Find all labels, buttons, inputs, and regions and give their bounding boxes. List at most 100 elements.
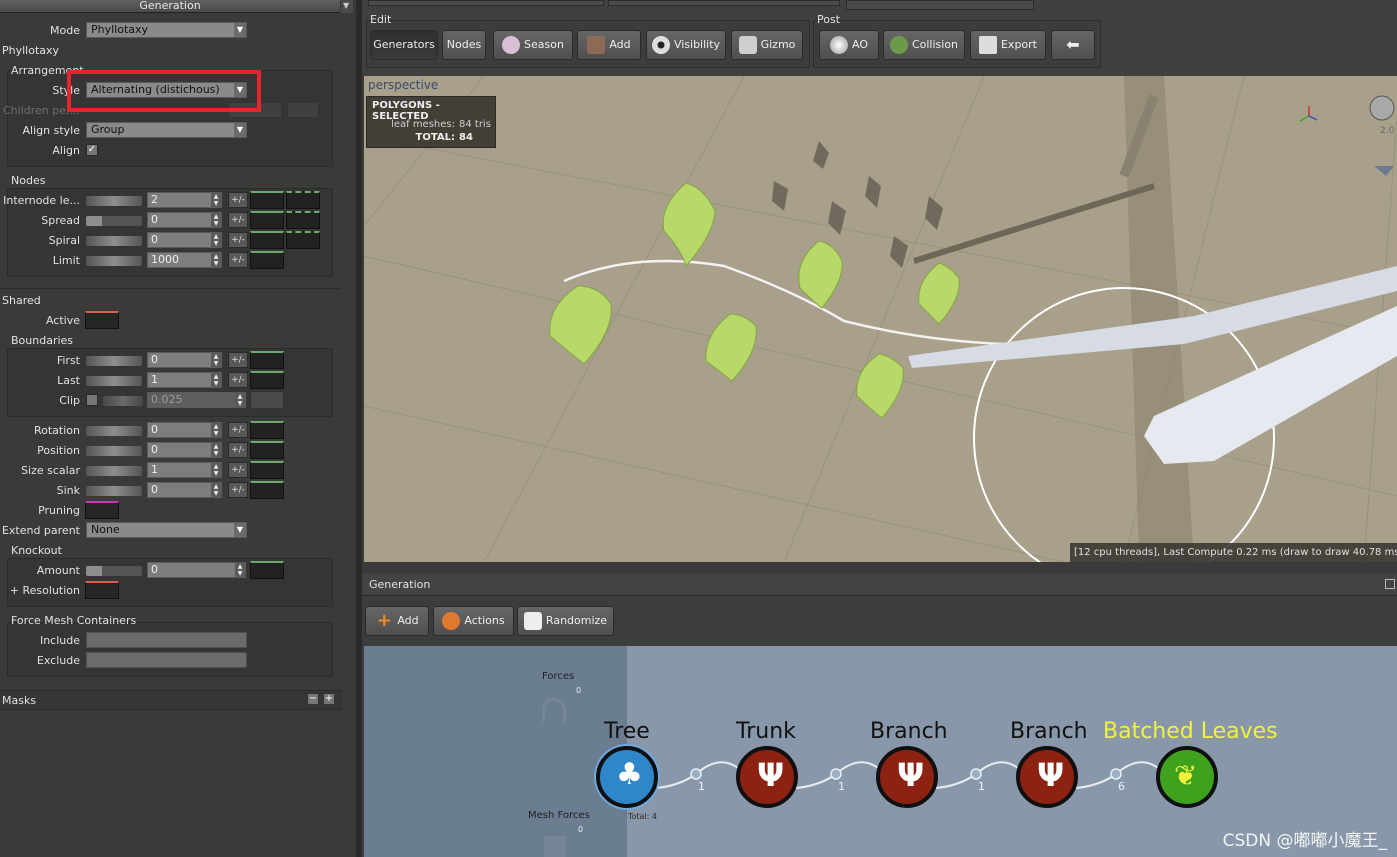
masks-label: Masks <box>2 694 37 707</box>
masks-header <box>0 690 342 710</box>
pruning-curve[interactable] <box>85 501 119 519</box>
last-curve[interactable] <box>250 371 284 389</box>
season-button[interactable]: Season <box>493 30 573 60</box>
first-slider[interactable] <box>86 356 142 366</box>
resolution-label[interactable]: + Resolution <box>0 584 80 597</box>
branch-node[interactable]: Ψ <box>876 746 938 808</box>
panel-menu-arrow-icon[interactable]: ▼ <box>341 0 353 13</box>
add-button[interactable]: Add <box>577 30 641 60</box>
gen-add-button[interactable]: + Add <box>365 606 429 636</box>
sink-input[interactable]: 0 ▲ ▼ <box>147 482 222 498</box>
chevron-down-icon: ▼ <box>234 23 246 37</box>
toolbar-top-group-1 <box>368 0 604 6</box>
internode-slider[interactable] <box>86 196 142 206</box>
randomize-button[interactable]: Randomize <box>517 606 614 636</box>
visibility-button[interactable]: Visibility <box>646 30 726 60</box>
internode-curve-alt[interactable] <box>286 191 320 209</box>
generators-button[interactable]: Generators <box>370 30 438 60</box>
spread-slider[interactable] <box>86 216 142 226</box>
limit-curve[interactable] <box>250 251 284 269</box>
spiral-input[interactable]: 0 ▲ ▼ <box>147 232 222 248</box>
batched-leaves-node[interactable]: ❦ <box>1156 746 1218 808</box>
spiral-slider[interactable] <box>86 236 142 246</box>
tree-node[interactable]: ♣ <box>596 746 658 808</box>
exclude-field[interactable] <box>86 652 247 668</box>
rotation-input[interactable]: 0 ▲ ▼ <box>147 422 222 438</box>
branch-node-label: Branch <box>870 719 948 744</box>
active-toggle[interactable] <box>85 311 119 329</box>
clip-curve[interactable] <box>250 391 284 409</box>
spread-input[interactable]: 0 ▲ ▼ <box>147 212 222 228</box>
generator-graph[interactable]: Forces 0 Mesh Forces 0 Tree ♣ 1 Total: 4… <box>364 646 1397 857</box>
limit-plus-minus-button[interactable]: +/- <box>228 252 248 268</box>
position-plus-minus-button[interactable]: +/- <box>228 442 248 458</box>
first-label: First <box>56 354 80 367</box>
rotation-curve[interactable] <box>250 421 284 439</box>
rotation-label: Rotation <box>33 424 80 437</box>
extend-parent-select[interactable]: None ▼ <box>86 522 247 538</box>
amount-curve[interactable] <box>250 561 284 579</box>
first-plus-minus-button[interactable]: +/- <box>228 352 248 368</box>
ao-button[interactable]: AO <box>819 30 879 60</box>
clip-slider[interactable] <box>103 396 143 406</box>
align-checkbox[interactable]: ✓ <box>86 144 98 156</box>
spread-curve-alt[interactable] <box>286 211 320 229</box>
position-slider[interactable] <box>86 446 142 456</box>
last-input[interactable]: 1 ▲ ▼ <box>147 372 222 388</box>
masks-plus-button[interactable]: + <box>323 693 335 705</box>
internode-curve[interactable] <box>250 191 284 209</box>
branch-2-node[interactable]: Ψ <box>1016 746 1078 808</box>
mode-select[interactable]: Phyllotaxy ▼ <box>86 22 247 38</box>
resolution-curve[interactable] <box>85 581 119 599</box>
align-label: Align <box>52 144 80 157</box>
limit-slider[interactable] <box>86 256 142 266</box>
spread-curve[interactable] <box>250 211 284 229</box>
collision-button[interactable]: Collision <box>883 30 965 60</box>
clip-checkbox[interactable] <box>86 394 98 406</box>
first-input[interactable]: 0 ▲ ▼ <box>147 352 222 368</box>
actions-button[interactable]: Actions <box>433 606 514 636</box>
spiral-plus-minus-button[interactable]: +/- <box>228 232 248 248</box>
include-field[interactable] <box>86 632 247 648</box>
position-curve[interactable] <box>250 441 284 459</box>
rotation-slider[interactable] <box>86 426 142 436</box>
camera-label[interactable]: perspective <box>368 78 438 92</box>
sink-plus-minus-button[interactable]: +/- <box>228 482 248 498</box>
size-scalar-label: Size scalar <box>21 464 80 477</box>
viewport-divider[interactable] <box>362 562 1397 572</box>
post-label: Post <box>817 13 841 26</box>
batched-leaves-node-label: Batched Leaves <box>1103 719 1278 744</box>
size-scalar-input[interactable]: 1 ▲ ▼ <box>147 462 222 478</box>
sink-slider[interactable] <box>86 486 142 496</box>
trunk-node[interactable]: Ψ <box>736 746 798 808</box>
nodes-button[interactable]: Nodes <box>442 30 486 60</box>
3d-viewport[interactable]: perspective POLYGONS - SELECTED leaf mes… <box>364 76 1397 562</box>
total-count-label: Total: 4 <box>628 812 658 821</box>
masks-minus-button[interactable]: − <box>307 693 319 705</box>
align-style-label: Align style <box>22 124 80 137</box>
sink-curve[interactable] <box>250 481 284 499</box>
size-scalar-slider[interactable] <box>86 466 142 476</box>
clip-input[interactable]: 0.025 ▲ ▼ <box>147 392 246 408</box>
chevron-down-icon: ▼ <box>234 123 246 137</box>
align-style-select[interactable]: Group ▼ <box>86 122 247 138</box>
limit-input[interactable]: 1000 ▲ ▼ <box>147 252 222 268</box>
spiral-curve-alt[interactable] <box>286 231 320 249</box>
internode-input[interactable]: 2 ▲ ▼ <box>147 192 222 208</box>
size-scalar-curve[interactable] <box>250 461 284 479</box>
gizmo-button[interactable]: Gizmo <box>731 30 803 60</box>
restore-window-icon[interactable] <box>1385 579 1395 589</box>
first-curve[interactable] <box>250 351 284 369</box>
export-button[interactable]: Export <box>970 30 1046 60</box>
spiral-curve[interactable] <box>250 231 284 249</box>
last-slider[interactable] <box>86 376 142 386</box>
spread-plus-minus-button[interactable]: +/- <box>228 212 248 228</box>
size-scalar-plus-minus-button[interactable]: +/- <box>228 462 248 478</box>
amount-slider[interactable] <box>86 566 142 576</box>
rotation-plus-minus-button[interactable]: +/- <box>228 422 248 438</box>
amount-input[interactable]: 0 ▲ ▼ <box>147 562 246 578</box>
last-plus-minus-button[interactable]: +/- <box>228 372 248 388</box>
internode-plus-minus-button[interactable]: +/- <box>228 192 248 208</box>
back-arrow-icon[interactable]: ⬅ <box>1051 30 1095 60</box>
position-input[interactable]: 0 ▲ ▼ <box>147 442 222 458</box>
